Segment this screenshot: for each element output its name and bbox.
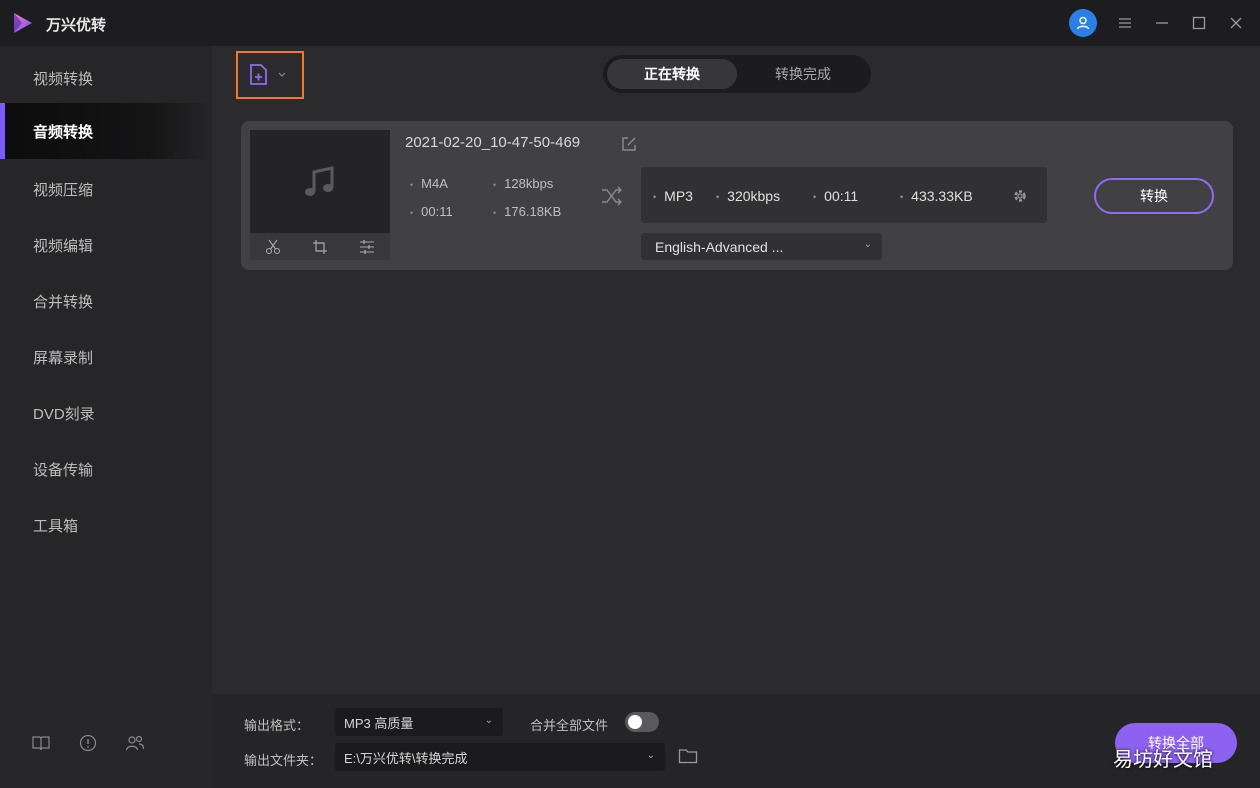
source-size: 176.18KB [493,204,561,219]
chevron-down-icon [278,72,286,77]
sidebar-item-label: 屏幕录制 [33,349,94,367]
convert-button[interactable]: 转换 [1094,178,1214,214]
tab-completed[interactable]: 转换完成 [739,59,867,89]
output-folder-label: 输出文件夹： [244,753,323,768]
sidebar-item-label: 设备传输 [33,461,94,479]
crop-icon[interactable] [312,239,328,255]
sidebar-item-label: 视频编辑 [33,237,94,255]
sidebar-item-merge-convert[interactable]: 合并转换 [0,273,212,329]
app-title: 万兴优转 [46,17,107,34]
minimize-icon [1156,22,1168,24]
subtitle-track-value: English-Advanced ... [655,238,784,255]
sidebar-item-dvd-burn[interactable]: DVD刻录 [0,385,212,441]
hamburger-icon [1119,18,1131,28]
thumbnail-toolbar [250,233,390,260]
sidebar-item-audio-convert[interactable]: 音频转换 [0,103,212,159]
watermark-text: 易坊好文馆 [1113,747,1213,771]
tab-converting[interactable]: 正在转换 [607,59,737,89]
output-format-value: MP3 高质量 [344,715,414,731]
subtitle-track-select[interactable]: English-Advanced ... ⌄ [641,233,882,260]
close-icon [1230,17,1242,29]
sidebar-item-label: 音频转换 [33,123,94,141]
sidebar-item-screen-record[interactable]: 屏幕录制 [0,329,212,385]
output-folder-select[interactable]: E:\万兴优转\转换完成 ⌄ [335,743,665,771]
sidebar-item-device-transfer[interactable]: 设备传输 [0,441,212,497]
sidebar-item-label: 合并转换 [33,293,94,311]
output-folder-value: E:\万兴优转\转换完成 [344,750,468,766]
sidebar-item-video-edit[interactable]: 视频编辑 [0,217,212,273]
target-format: MP3 [653,188,693,204]
source-duration: 00:11 [410,204,453,219]
community-icon[interactable] [125,733,145,753]
user-icon [1076,16,1090,30]
chevron-down-icon: ⌄ [484,715,493,726]
add-file-button[interactable] [236,51,304,99]
merge-toggle[interactable] [625,712,659,732]
effects-icon[interactable] [359,239,375,255]
maximize-icon [1192,16,1206,30]
toggle-knob [628,715,642,729]
target-duration: 00:11 [813,188,858,204]
output-format-select[interactable]: MP3 高质量 ⌄ [335,708,503,736]
maximize-button[interactable] [1186,10,1212,36]
target-bitrate: 320kbps [716,188,780,204]
sidebar-item-label: 视频转换 [33,70,94,88]
minimize-button[interactable] [1149,10,1175,36]
app-logo-icon [14,13,32,33]
folder-icon[interactable] [678,747,698,765]
source-format: M4A [410,176,448,191]
conversion-tabs: 正在转换 转换完成 [603,55,871,93]
gear-icon[interactable] [1010,186,1030,206]
audio-thumbnail [250,130,390,233]
convert-arrow-icon [602,186,622,206]
sidebar-item-toolbox[interactable]: 工具箱 [0,497,212,553]
source-bitrate: 128kbps [493,176,553,191]
chevron-down-icon: ⌄ [863,239,872,250]
chevron-down-icon: ⌄ [646,750,655,761]
close-button[interactable] [1223,10,1249,36]
sidebar-item-label: 工具箱 [33,517,79,535]
target-size: 433.33KB [900,188,973,204]
guide-book-icon[interactable] [31,733,51,753]
add-file-icon [250,64,267,85]
edit-name-icon[interactable] [620,135,638,153]
sidebar-item-video-compress[interactable]: 视频压缩 [0,161,212,217]
sidebar-item-video-convert[interactable]: 视频转换 [0,50,212,106]
output-format-label: 输出格式： [244,718,310,733]
info-icon[interactable] [78,733,98,753]
scissors-icon[interactable] [265,239,281,255]
user-account-button[interactable] [1069,9,1097,37]
file-name: 2021-02-20_10-47-50-469 [405,134,581,151]
sidebar-item-label: 视频压缩 [33,181,94,199]
title-bar: 万兴优转 [0,0,1260,46]
menu-button[interactable] [1112,10,1138,36]
music-note-icon [305,165,334,196]
merge-label: 合并全部文件 [530,718,609,733]
sidebar-item-label: DVD刻录 [33,405,95,423]
